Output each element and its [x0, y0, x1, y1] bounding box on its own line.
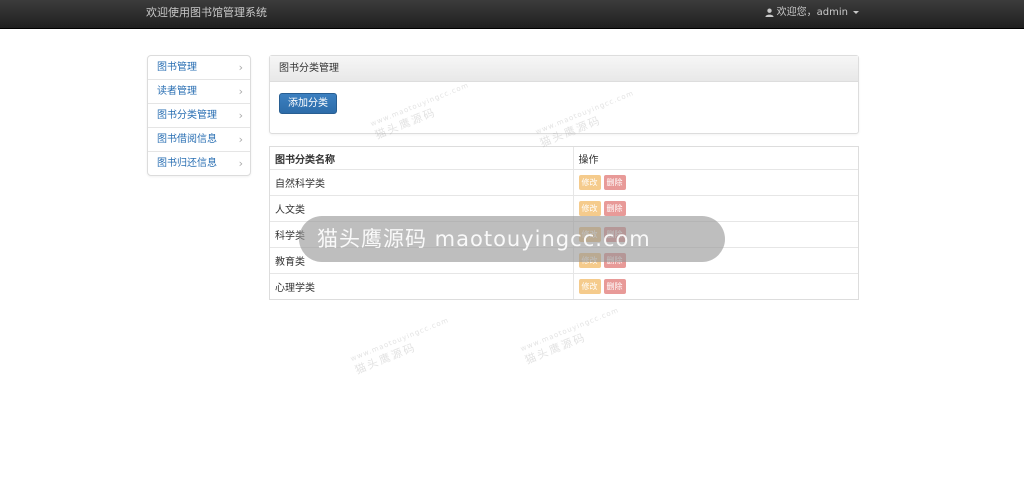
edit-button[interactable]: 修改 — [578, 279, 601, 294]
column-header-actions: 操作 — [572, 147, 858, 170]
chevron-right-icon: › — [238, 61, 243, 74]
user-menu[interactable]: 欢迎您，admin — [765, 0, 859, 28]
actions-cell: 修改 删除 — [572, 273, 858, 299]
category-panel: 图书分类管理 添加分类 — [269, 55, 859, 134]
category-name-cell: 教育类 — [270, 247, 573, 274]
edit-button[interactable]: 修改 — [578, 175, 601, 190]
actions-cell: 修改 删除 — [572, 221, 858, 248]
chevron-right-icon: › — [238, 133, 243, 146]
user-icon — [765, 8, 774, 17]
delete-button[interactable]: 删除 — [603, 227, 626, 242]
column-header-category-name: 图书分类名称 — [270, 147, 573, 170]
category-name-cell: 科学类 — [270, 221, 573, 248]
chevron-right-icon: › — [238, 109, 243, 122]
delete-button[interactable]: 删除 — [603, 279, 626, 294]
delete-button[interactable]: 删除 — [603, 201, 626, 216]
app-title: 欢迎使用图书馆管理系统 — [146, 6, 267, 19]
table-row: 自然科学类 修改 删除 — [270, 169, 858, 196]
user-greeting: 欢迎您，admin — [776, 7, 848, 18]
actions-cell: 修改 删除 — [572, 195, 858, 222]
sidebar-item-book-management[interactable]: 图书管理 › — [148, 56, 250, 80]
sidebar-item-reader-management[interactable]: 读者管理 › — [148, 80, 250, 104]
panel-title: 图书分类管理 — [270, 56, 858, 82]
delete-button[interactable]: 删除 — [603, 253, 626, 268]
edit-button[interactable]: 修改 — [578, 201, 601, 216]
sidebar-item-category-management[interactable]: 图书分类管理 › — [148, 104, 250, 128]
category-name-cell: 自然科学类 — [270, 169, 573, 196]
sidebar-item-label: 读者管理 — [157, 86, 197, 97]
category-name-cell: 人文类 — [270, 195, 573, 222]
sidebar-item-label: 图书归还信息 — [157, 158, 217, 169]
chevron-right-icon: › — [238, 85, 243, 98]
category-table: 图书分类名称 操作 自然科学类 修改 删除 人文类 修改 删除 科学类 修改 删除 — [269, 146, 859, 300]
category-name-cell: 心理学类 — [275, 283, 315, 294]
table-row: 教育类 修改 删除 — [270, 247, 858, 274]
add-category-button[interactable]: 添加分类 — [279, 93, 337, 114]
caret-down-icon — [853, 10, 859, 14]
sidebar-item-label: 图书分类管理 — [157, 110, 217, 121]
top-navbar: 欢迎使用图书馆管理系统 欢迎您，admin — [0, 0, 1024, 29]
table-header-row: 图书分类名称 操作 — [270, 147, 858, 170]
sidebar-item-label: 图书借阅信息 — [157, 134, 217, 145]
sidebar-item-label: 图书管理 — [157, 62, 197, 73]
edit-button[interactable]: 修改 — [578, 253, 601, 268]
actions-cell: 修改 删除 — [572, 247, 858, 274]
sidebar-item-return-info[interactable]: 图书归还信息 › — [148, 152, 250, 175]
delete-button[interactable]: 删除 — [603, 175, 626, 190]
table-row: 心理学类 修改 删除 — [270, 273, 858, 299]
actions-cell: 修改 删除 — [572, 169, 858, 196]
sidebar-item-borrow-info[interactable]: 图书借阅信息 › — [148, 128, 250, 152]
edit-button[interactable]: 修改 — [578, 227, 601, 242]
sidebar-nav: 图书管理 › 读者管理 › 图书分类管理 › 图书借阅信息 › 图书归还信息 › — [147, 55, 251, 176]
table-row: 人文类 修改 删除 — [270, 195, 858, 222]
table-row: 科学类 修改 删除 — [270, 221, 858, 248]
watermark: www.maotouyingcc.com 猫头鹰源码 — [349, 316, 451, 377]
watermark: www.maotouyingcc.com 猫头鹰源码 — [519, 306, 621, 367]
chevron-right-icon: › — [238, 157, 243, 170]
